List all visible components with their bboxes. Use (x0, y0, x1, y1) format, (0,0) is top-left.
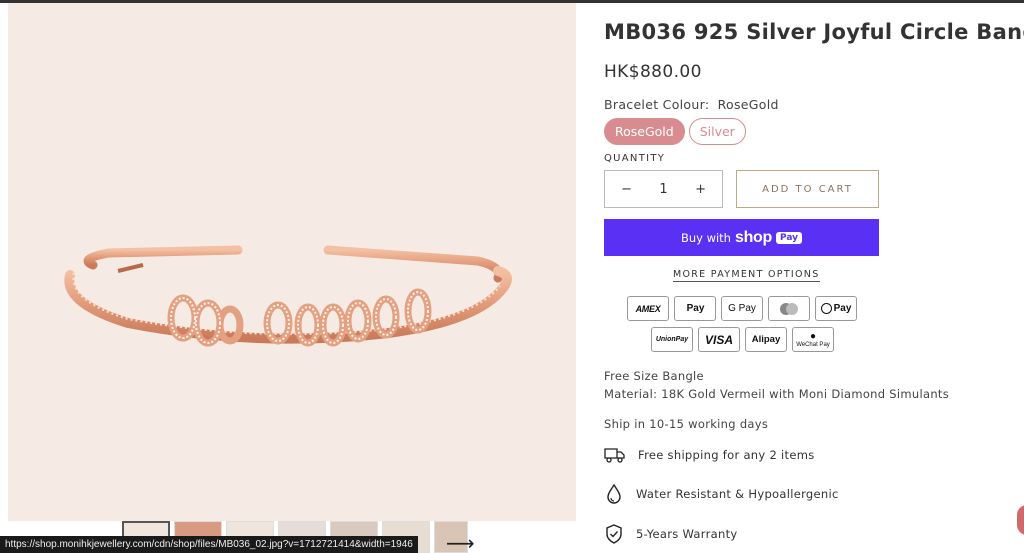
feature-warranty-text: 5-Years Warranty (636, 527, 738, 541)
chat-widget-button[interactable] (1017, 505, 1024, 535)
shipping-time-text: Ship in 10-15 working days (604, 417, 769, 431)
next-arrow-icon[interactable]: ⟶ (446, 531, 475, 553)
buy-with-shop-pay-button[interactable]: Buy with shop Pay (604, 219, 879, 256)
d-pay-icon: Pay (815, 296, 857, 321)
wechat-pay-text: WeChat Pay (796, 341, 830, 348)
option-rosegold[interactable]: RoseGold (604, 118, 685, 145)
product-title: MB036 925 Silver Joyful Circle Bangle (604, 20, 1024, 44)
feature-free-shipping-text: Free shipping for any 2 items (638, 448, 815, 462)
product-gallery: ⟶ (0, 3, 578, 553)
quantity-input[interactable]: 1 (659, 182, 667, 197)
truck-icon (604, 448, 625, 463)
quantity-stepper: − 1 + (604, 170, 723, 208)
google-pay-text: G Pay (728, 303, 756, 314)
unionpay-icon: UnionPay (651, 327, 693, 352)
pay-badge: Pay (776, 231, 803, 244)
description-line-1: Free Size Bangle (604, 369, 704, 383)
colour-label-text: Bracelet Colour: (604, 97, 710, 112)
apple-pay-text: Pay (686, 303, 705, 314)
feature-water-resistant-text: Water Resistant & Hypoallergenic (636, 487, 839, 501)
colour-option-label: Bracelet Colour: RoseGold (604, 97, 779, 112)
visa-text: VISA (704, 332, 733, 347)
buy-with-text: Buy with (680, 230, 731, 245)
d-pay-text: Pay (833, 303, 852, 314)
mastercard-icon (768, 296, 810, 321)
visa-icon: VISA (698, 327, 740, 352)
payment-icons-row-2: UnionPay VISA Alipay ● WeChat Pay (651, 327, 834, 352)
feature-free-shipping: Free shipping for any 2 items (604, 446, 814, 464)
product-info-panel: MB036 925 Silver Joyful Circle Bangle HK… (604, 0, 1024, 553)
feature-water-resistant: Water Resistant & Hypoallergenic (604, 483, 839, 505)
shield-check-icon (606, 524, 622, 544)
bangle-image (64, 245, 512, 347)
apple-pay-icon: Pay (674, 296, 716, 321)
alipay-icon: Alipay (745, 327, 787, 352)
colour-selected-value: RoseGold (717, 97, 779, 112)
google-pay-icon: G Pay (721, 296, 763, 321)
product-main-image[interactable] (8, 3, 576, 521)
amex-icon: AMEX (627, 296, 669, 321)
water-drop-icon (607, 483, 621, 504)
alipay-text: Alipay (751, 334, 781, 345)
quantity-increase-button[interactable]: + (695, 182, 706, 197)
shop-logo: shop (734, 228, 773, 246)
option-silver[interactable]: Silver (688, 118, 746, 145)
colour-swatches: RoseGold Silver (604, 118, 746, 145)
more-payment-options-link[interactable]: MORE PAYMENT OPTIONS (673, 269, 820, 282)
product-price: HK$880.00 (604, 62, 702, 82)
wechat-pay-icon: ● WeChat Pay (792, 327, 834, 352)
unionpay-text: UnionPay (655, 336, 689, 343)
browser-status-url: https://shop.monihkjewellery.com/cdn/sho… (0, 536, 418, 553)
payment-icons-row-1: AMEX Pay G Pay Pay (627, 296, 857, 321)
quantity-label: QUANTITY (604, 153, 666, 164)
quantity-decrease-button[interactable]: − (621, 182, 632, 197)
description-line-2: Material: 18K Gold Vermeil with Moni Dia… (604, 387, 950, 401)
feature-warranty: 5-Years Warranty (604, 523, 737, 545)
add-to-cart-button[interactable]: ADD TO CART (736, 170, 879, 208)
amex-text: AMEX (635, 303, 661, 314)
